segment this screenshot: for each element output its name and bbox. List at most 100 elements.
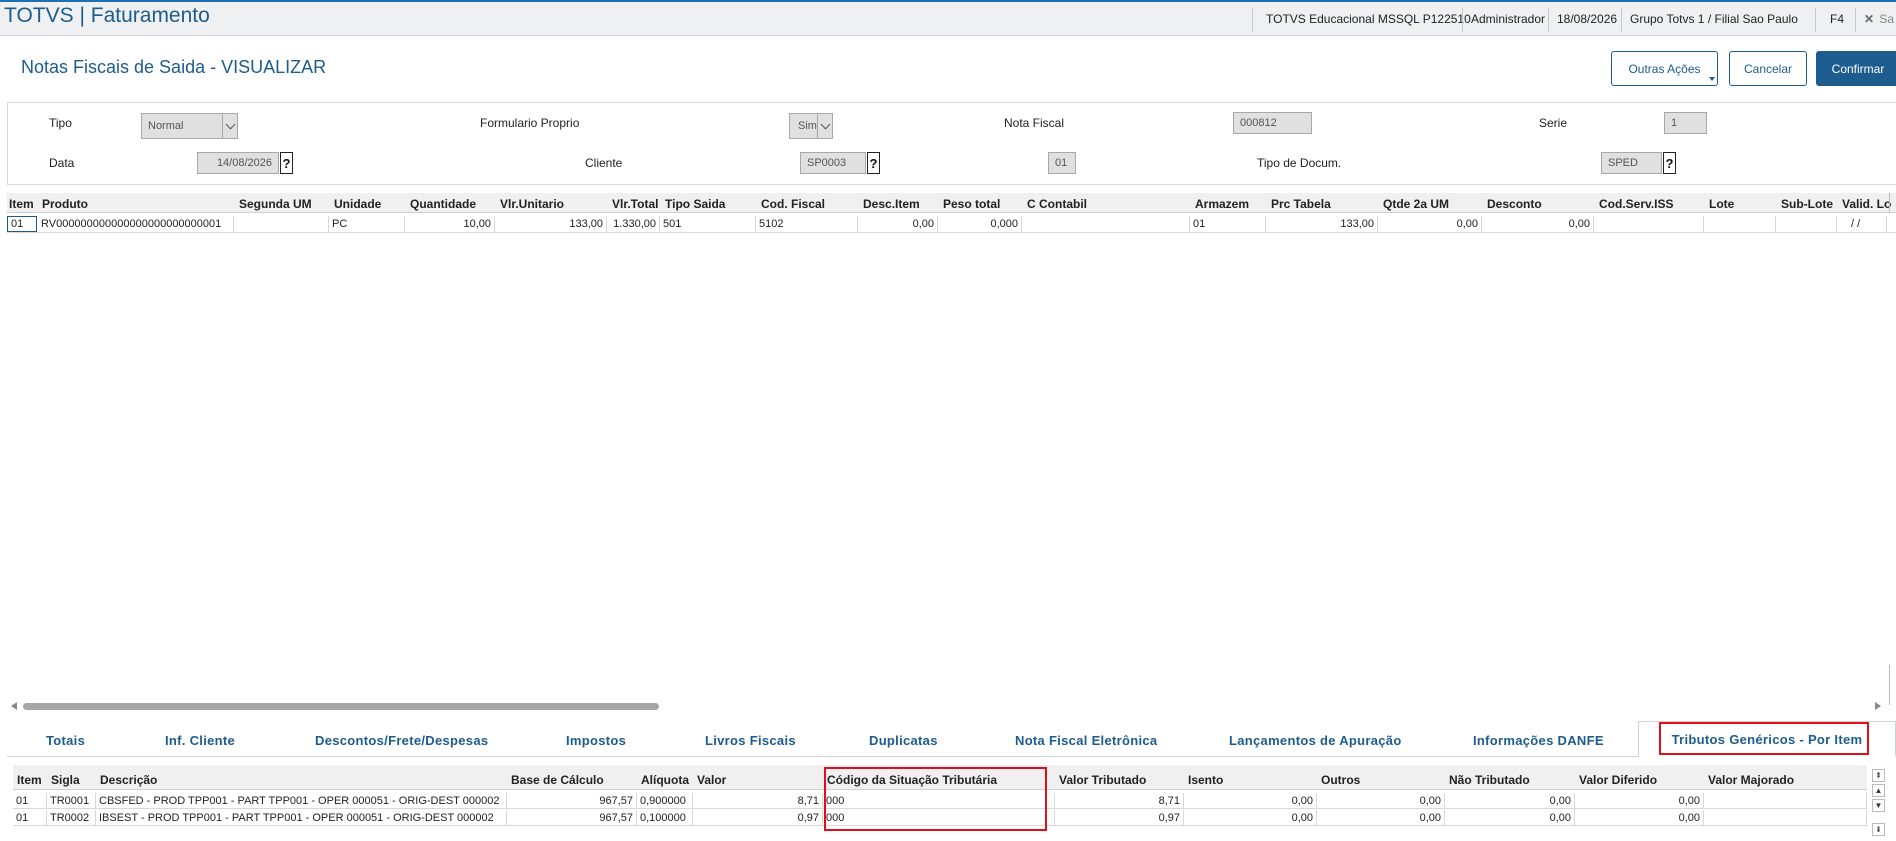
- cell-produto[interactable]: RV000000000000000000000000001: [38, 216, 234, 232]
- cliente-input[interactable]: SP0003: [800, 152, 866, 174]
- col-sub-lote[interactable]: Sub-Lote: [1781, 197, 1833, 211]
- scroll-left-icon[interactable]: [11, 702, 17, 710]
- col-item[interactable]: Item: [9, 197, 34, 211]
- cell-qtde-2a-um[interactable]: 0,00: [1378, 216, 1482, 232]
- formulario-proprio-select[interactable]: Sim: [789, 113, 819, 139]
- data-input[interactable]: 14/08/2026: [197, 152, 279, 174]
- cell-base-calculo[interactable]: 967,57: [507, 810, 637, 826]
- col-valid-lote[interactable]: Valid. Lo: [1842, 197, 1891, 211]
- cell-item[interactable]: 01: [13, 810, 47, 826]
- cell-isento[interactable]: 0,00: [1184, 793, 1317, 809]
- col-qtde-2a-um[interactable]: Qtde 2a UM: [1383, 197, 1449, 211]
- cell-desconto[interactable]: 0,00: [1482, 216, 1594, 232]
- col-unidade[interactable]: Unidade: [334, 197, 381, 211]
- cell-valor-majorado[interactable]: [1704, 793, 1867, 809]
- tab-descontos-frete-despesas[interactable]: Descontos/Frete/Despesas: [315, 733, 488, 748]
- cell-item[interactable]: 01: [7, 216, 37, 232]
- col-sigla[interactable]: Sigla: [51, 773, 80, 787]
- cell-segunda-um[interactable]: [234, 216, 329, 232]
- cliente-lookup-button[interactable]: ?: [867, 152, 880, 174]
- cell-c-contabil[interactable]: [1022, 216, 1190, 232]
- cell-cod-serv-iss[interactable]: [1594, 216, 1704, 232]
- cell-desc-item[interactable]: 0,00: [858, 216, 938, 232]
- table-row[interactable]: 01 RV000000000000000000000000001 PC 10,0…: [7, 216, 1896, 233]
- data-lookup-button[interactable]: ?: [280, 152, 293, 174]
- cell-peso-total[interactable]: 0,000: [938, 216, 1022, 232]
- items-grid-hscroll[interactable]: [7, 700, 1887, 712]
- cell-quantidade[interactable]: 10,00: [405, 216, 495, 232]
- cell-valid-lote[interactable]: / /: [1837, 216, 1887, 232]
- col-tipo-saida[interactable]: Tipo Saida: [665, 197, 725, 211]
- cell-sigla[interactable]: TR0002: [47, 810, 96, 826]
- cell-lote[interactable]: [1704, 216, 1776, 232]
- grid-vscroll-top[interactable]: [1889, 193, 1896, 213]
- col-cod-fiscal[interactable]: Cod. Fiscal: [761, 197, 825, 211]
- scroll-up-icon[interactable]: ▲: [1872, 784, 1885, 797]
- cell-isento[interactable]: 0,00: [1184, 810, 1317, 826]
- cell-unidade[interactable]: PC: [329, 216, 405, 232]
- tab-lancamentos-apuracao[interactable]: Lançamentos de Apuração: [1229, 733, 1402, 748]
- col-item[interactable]: Item: [17, 773, 42, 787]
- nota-fiscal-input[interactable]: 000812: [1233, 112, 1312, 134]
- tipo-documento-input[interactable]: SPED: [1601, 152, 1662, 174]
- cell-tipo-saida[interactable]: 501: [660, 216, 756, 232]
- col-vlr-unitario[interactable]: Vlr.Unitario: [500, 197, 564, 211]
- confirm-button[interactable]: Confirmar: [1816, 51, 1896, 86]
- tab-nota-fiscal-eletronica[interactable]: Nota Fiscal Eletrônica: [1015, 733, 1157, 748]
- scroll-bottom-icon[interactable]: ⇟: [1872, 823, 1885, 836]
- col-descricao[interactable]: Descrição: [100, 773, 157, 787]
- exit-button[interactable]: ✕ Sa: [1864, 12, 1894, 26]
- scroll-right-icon[interactable]: [1875, 702, 1881, 710]
- tipo-documento-lookup-button[interactable]: ?: [1663, 152, 1676, 174]
- cell-nao-tributado[interactable]: 0,00: [1445, 810, 1575, 826]
- tab-duplicatas[interactable]: Duplicatas: [869, 733, 938, 748]
- col-cod-serv-iss[interactable]: Cod.Serv.ISS: [1599, 197, 1673, 211]
- formulario-proprio-dropdown[interactable]: [817, 113, 833, 139]
- serie-input[interactable]: 1: [1664, 112, 1707, 134]
- cell-descricao[interactable]: IBSEST - PROD TPP001 - PART TPP001 - OPE…: [96, 810, 507, 826]
- col-valor-diferido[interactable]: Valor Diferido: [1579, 773, 1657, 787]
- col-segunda-um[interactable]: Segunda UM: [239, 197, 312, 211]
- tipo-select[interactable]: Normal: [141, 113, 224, 139]
- cell-valor[interactable]: 8,71: [693, 793, 823, 809]
- col-armazem[interactable]: Armazem: [1195, 197, 1249, 211]
- cancel-button[interactable]: Cancelar: [1729, 51, 1807, 86]
- cell-valor-diferido[interactable]: 0,00: [1575, 810, 1704, 826]
- cell-prc-tabela[interactable]: 133,00: [1266, 216, 1378, 232]
- cell-aliquota[interactable]: 0,100000: [637, 810, 693, 826]
- col-valor[interactable]: Valor: [697, 773, 726, 787]
- col-base-calculo[interactable]: Base de Cálculo: [511, 773, 604, 787]
- cell-base-calculo[interactable]: 967,57: [507, 793, 637, 809]
- col-desconto[interactable]: Desconto: [1487, 197, 1542, 211]
- col-aliquota[interactable]: Alíquota: [641, 773, 689, 787]
- cell-valor-diferido[interactable]: 0,00: [1575, 793, 1704, 809]
- cell-nao-tributado[interactable]: 0,00: [1445, 793, 1575, 809]
- col-valor-tributado[interactable]: Valor Tributado: [1059, 773, 1146, 787]
- cell-armazem[interactable]: 01: [1190, 216, 1266, 232]
- col-isento[interactable]: Isento: [1188, 773, 1223, 787]
- col-quantidade[interactable]: Quantidade: [410, 197, 476, 211]
- cell-outros[interactable]: 0,00: [1317, 810, 1445, 826]
- scroll-down-icon[interactable]: ▼: [1872, 799, 1885, 812]
- cell-descricao[interactable]: CBSFED - PROD TPP001 - PART TPP001 - OPE…: [96, 793, 507, 809]
- col-produto[interactable]: Produto: [42, 197, 88, 211]
- col-prc-tabela[interactable]: Prc Tabela: [1271, 197, 1331, 211]
- shortcut-f4[interactable]: F4: [1830, 12, 1844, 26]
- user-label[interactable]: Administrador: [1471, 12, 1545, 26]
- tab-inf-cliente[interactable]: Inf. Cliente: [165, 733, 235, 748]
- cell-valor-tributado[interactable]: 0,97: [1055, 810, 1184, 826]
- other-actions-button[interactable]: Outras Ações: [1611, 51, 1718, 86]
- col-lote[interactable]: Lote: [1709, 197, 1734, 211]
- scroll-thumb[interactable]: [23, 703, 659, 710]
- cell-vlr-total[interactable]: 1.330,00: [607, 216, 660, 232]
- col-c-contabil[interactable]: C Contabil: [1027, 197, 1087, 211]
- cell-sigla[interactable]: TR0001: [47, 793, 96, 809]
- grid-vscroll-bottom[interactable]: [1889, 665, 1896, 705]
- cell-aliquota[interactable]: 0,900000: [637, 793, 693, 809]
- col-outros[interactable]: Outros: [1321, 773, 1360, 787]
- cell-valor-majorado[interactable]: [1704, 810, 1867, 826]
- col-vlr-total[interactable]: Vlr.Total: [612, 197, 658, 211]
- cell-item[interactable]: 01: [13, 793, 47, 809]
- tab-impostos[interactable]: Impostos: [566, 733, 626, 748]
- cliente-loja-input[interactable]: 01: [1048, 152, 1076, 174]
